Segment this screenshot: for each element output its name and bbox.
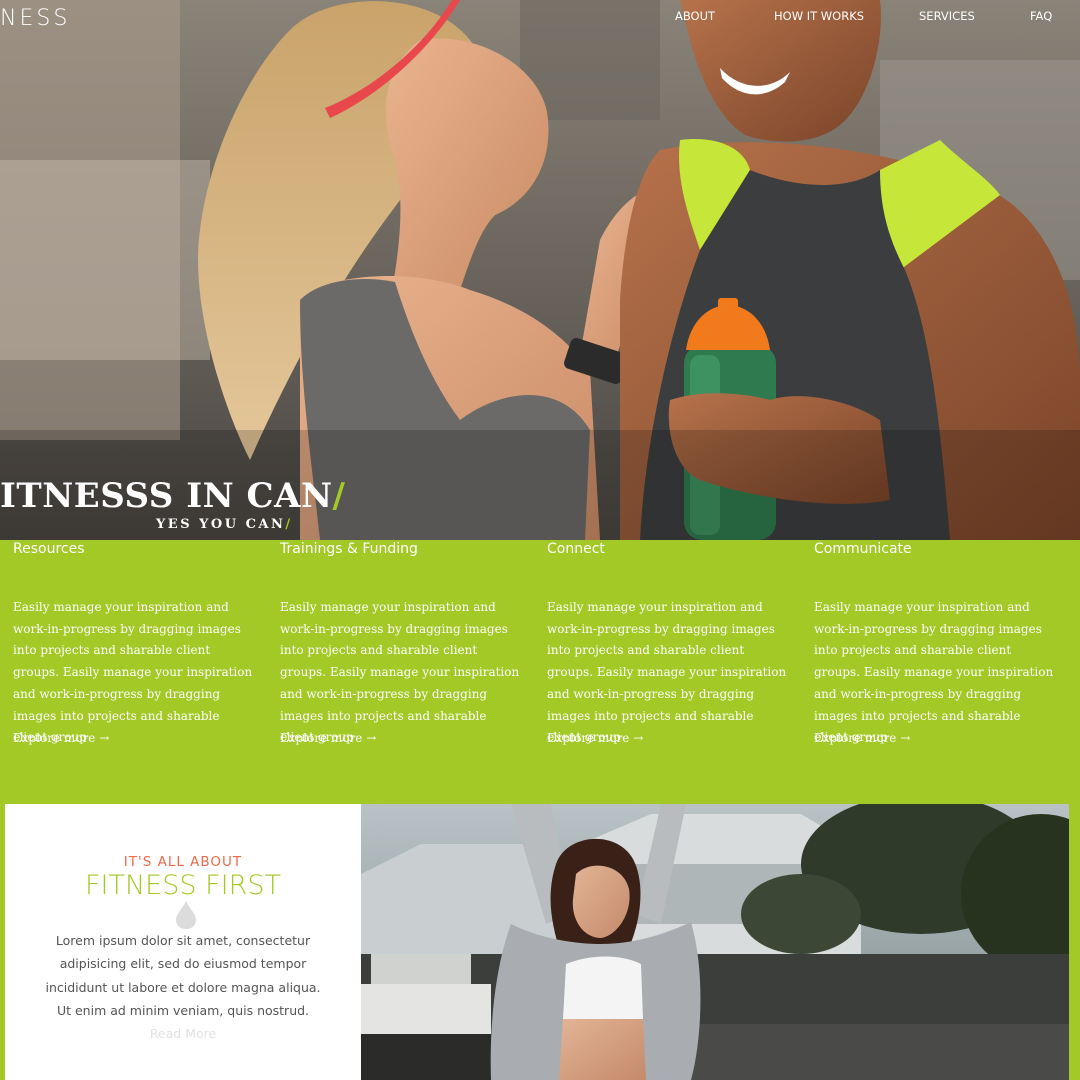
nav-link-about[interactable]: ABOUT bbox=[675, 9, 715, 23]
feature-title: Communicate bbox=[814, 541, 912, 557]
arrow-right-icon: → bbox=[633, 731, 644, 745]
feature-description: Easily manage your inspiration and work-… bbox=[280, 600, 520, 745]
hero-banner: NESS ABOUT HOW IT WORKS SERVICES FAQ ITN… bbox=[0, 0, 1080, 540]
read-more-link[interactable]: Read More bbox=[5, 1026, 361, 1041]
feature-description: Easily manage your inspiration and work-… bbox=[547, 600, 787, 745]
features-section: Resources Easily manage your inspiration… bbox=[0, 540, 1080, 804]
hero-title-slash: / bbox=[332, 476, 346, 516]
feature-title: Trainings & Funding bbox=[280, 541, 418, 557]
nav-link-services[interactable]: SERVICES bbox=[919, 9, 975, 23]
arrow-right-icon: → bbox=[366, 731, 377, 745]
explore-more-label: Explore more bbox=[280, 731, 363, 745]
about-card: IT'S ALL ABOUT FITNESS FIRST Lorem ipsum… bbox=[5, 804, 361, 1080]
hero-subtitle-slash: / bbox=[285, 517, 293, 532]
nav-link-how-it-works[interactable]: HOW IT WORKS bbox=[774, 9, 864, 23]
explore-more-link[interactable]: Explore more → bbox=[547, 731, 643, 745]
feature-title: Resources bbox=[13, 541, 85, 557]
hero-title: ITNESSS IN CAN/ bbox=[0, 476, 345, 516]
explore-more-label: Explore more bbox=[547, 731, 630, 745]
hero-title-text: ITNESSS IN CAN bbox=[0, 476, 333, 516]
about-title: FITNESS FIRST bbox=[85, 870, 281, 901]
woman-stretching-photo bbox=[361, 804, 1074, 1080]
explore-more-link[interactable]: Explore more → bbox=[13, 731, 109, 745]
explore-more-link[interactable]: Explore more → bbox=[814, 731, 910, 745]
water-drop-icon bbox=[176, 901, 196, 929]
hero-image bbox=[0, 0, 1080, 540]
explore-more-link[interactable]: Explore more → bbox=[280, 731, 376, 745]
arrow-right-icon: → bbox=[900, 731, 911, 745]
about-text: Lorem ipsum dolor sit amet, consectetur … bbox=[45, 933, 321, 1019]
hero-subtitle-text: YES YOU CAN bbox=[156, 517, 286, 532]
about-section: IT'S ALL ABOUT FITNESS FIRST Lorem ipsum… bbox=[0, 804, 1080, 1080]
explore-more-label: Explore more bbox=[814, 731, 897, 745]
nav-link-faq[interactable]: FAQ bbox=[1030, 9, 1052, 23]
explore-more-label: Explore more bbox=[13, 731, 96, 745]
brand-logo[interactable]: NESS bbox=[0, 6, 70, 31]
feature-title: Connect bbox=[547, 541, 605, 557]
arrow-right-icon: → bbox=[99, 731, 110, 745]
hero-subtitle: YES YOU CAN/ bbox=[156, 517, 293, 532]
feature-description: Easily manage your inspiration and work-… bbox=[814, 600, 1054, 745]
about-eyebrow: IT'S ALL ABOUT bbox=[123, 854, 243, 870]
feature-description: Easily manage your inspiration and work-… bbox=[13, 600, 253, 745]
